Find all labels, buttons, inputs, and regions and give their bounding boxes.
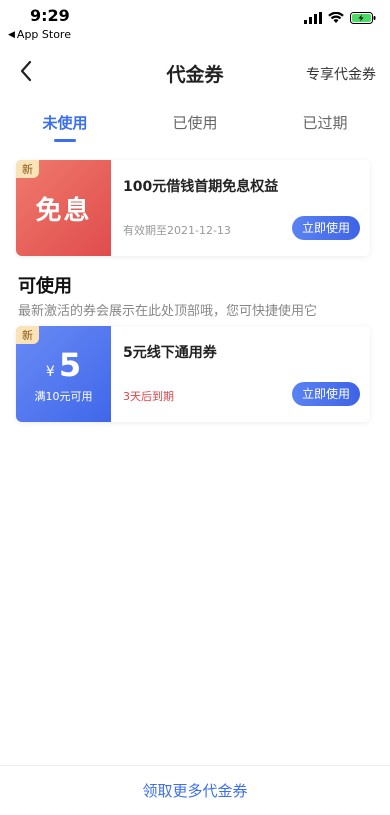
coupon-type-label: 免息 (35, 195, 92, 226)
cellular-signal-icon (304, 12, 322, 24)
status-icons (304, 12, 376, 24)
coupon-card-offline: 新 ¥ 5 满10元可用 5元线下通用券 3天后到期 立即使用 (16, 326, 370, 422)
back-app-label: App Store (16, 28, 71, 41)
tab-expired[interactable]: 已过期 (260, 100, 390, 148)
tab-used[interactable]: 已使用 (130, 100, 260, 148)
coupon-right-panel: 100元借钱首期免息权益 有效期至2021-12-13 立即使用 (111, 160, 370, 256)
coupon-card-interest-free: 新 免息 100元借钱首期免息权益 有效期至2021-12-13 立即使用 (16, 160, 370, 256)
coupon-left-panel: 新 免息 (16, 160, 111, 256)
use-now-button[interactable]: 立即使用 (291, 216, 360, 240)
coupon-condition: 满10元可用 (34, 390, 93, 403)
coupon-expiry: 3天后到期 (123, 390, 174, 403)
nav-bar: 代金券 专享代金券 (0, 48, 390, 96)
section-title: 可使用 (18, 276, 72, 297)
exclusive-coupons-link[interactable]: 专享代金券 (306, 64, 376, 84)
coupon-amount: 5 (58, 346, 82, 384)
status-bar: 9:29 ◀ App Store (0, 0, 390, 44)
bottom-bar: 领取更多代金券 (0, 765, 390, 815)
coupon-title: 100元借钱首期免息权益 (123, 179, 279, 195)
coupon-left-panel: 新 ¥ 5 满10元可用 (16, 326, 111, 422)
wifi-icon (328, 12, 344, 23)
coupon-right-panel: 5元线下通用券 3天后到期 立即使用 (111, 326, 370, 422)
new-badge: 新 (16, 160, 39, 178)
back-triangle-icon: ◀ (8, 29, 15, 40)
coupon-title: 5元线下通用券 (123, 345, 217, 361)
coupon-validity: 有效期至2021-12-13 (123, 224, 231, 237)
tab-unused[interactable]: 未使用 (0, 100, 130, 148)
coupon-amount-row: ¥ 5 (46, 346, 81, 384)
status-time: 9:29 (30, 6, 70, 25)
back-to-app-store[interactable]: ◀ App Store (8, 28, 71, 41)
get-more-coupons-link[interactable]: 领取更多代金券 (142, 780, 247, 801)
tab-bar: 未使用 已使用 已过期 (0, 100, 390, 148)
use-now-button[interactable]: 立即使用 (291, 382, 360, 406)
section-description: 最新激活的券会展示在此处顶部哦，您可快捷使用它 (18, 304, 318, 319)
new-badge: 新 (16, 326, 39, 344)
currency-symbol: ¥ (45, 364, 55, 380)
battery-charging-icon (350, 12, 376, 24)
